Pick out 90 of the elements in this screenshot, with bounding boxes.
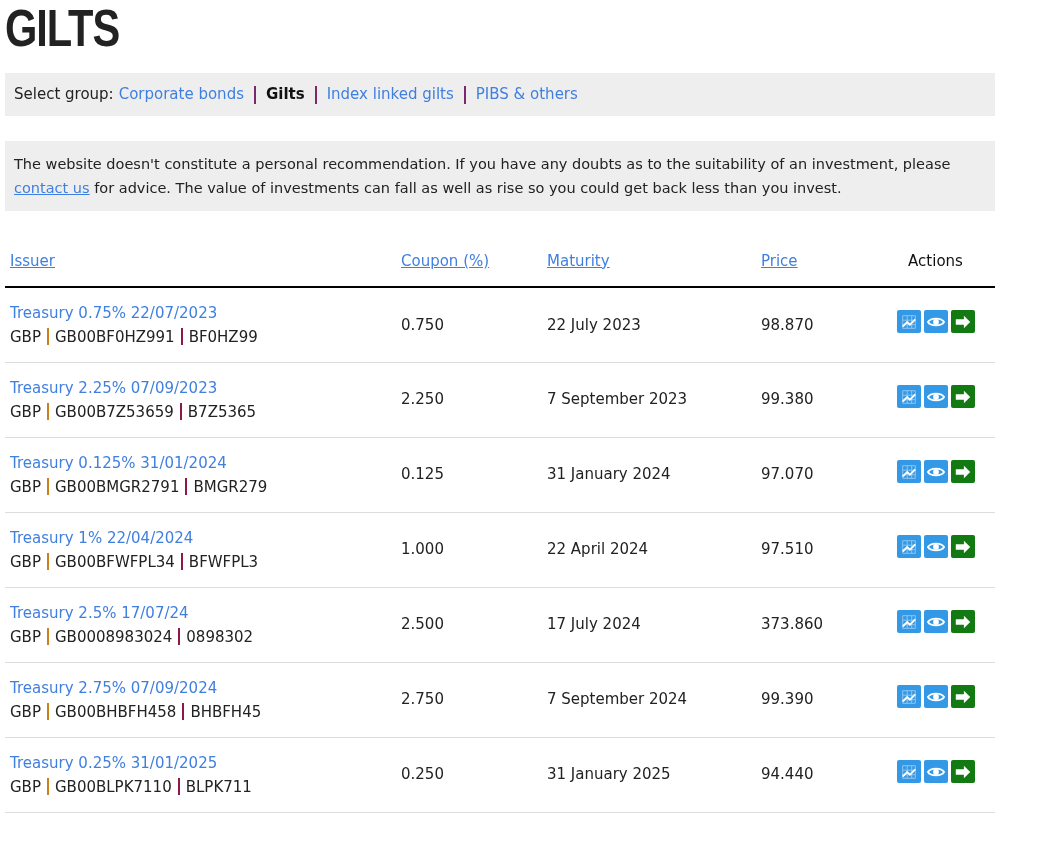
go-button[interactable] xyxy=(950,535,975,558)
sort-link[interactable]: Coupon (%) xyxy=(401,251,490,270)
sort-link[interactable]: Issuer xyxy=(10,251,55,270)
price-value: 97.510 xyxy=(761,540,814,559)
sedol-code: B7Z5365 xyxy=(187,401,257,423)
chart-icon xyxy=(899,762,918,781)
maturity-date: 17 July 2024 xyxy=(547,615,641,634)
go-button[interactable] xyxy=(950,610,975,633)
coupon-value: 0.125 xyxy=(401,465,444,484)
coupon-value: 2.500 xyxy=(401,615,444,634)
chart-button[interactable] xyxy=(896,460,921,483)
currency-code: GBP xyxy=(10,401,41,423)
bond-link[interactable]: Treasury 2.75% 07/09/2024 xyxy=(10,675,218,700)
currency-code: GBP xyxy=(10,476,41,498)
group-link[interactable]: Gilts xyxy=(265,83,305,106)
page-title: GILTS xyxy=(5,0,121,54)
column-header: Actions xyxy=(908,251,963,270)
price-value: 99.390 xyxy=(761,690,814,709)
sedol-code: BMGR279 xyxy=(193,476,268,498)
price-value: 97.070 xyxy=(761,465,814,484)
bond-link[interactable]: Treasury 0.25% 31/01/2025 xyxy=(10,750,218,775)
view-button[interactable] xyxy=(923,460,948,483)
coupon-value: 2.750 xyxy=(401,690,444,709)
view-button[interactable] xyxy=(923,385,948,408)
sort-link[interactable]: Maturity xyxy=(547,251,610,270)
maturity-date: 31 January 2024 xyxy=(547,465,671,484)
sort-link[interactable]: Price xyxy=(761,251,798,270)
bond-link[interactable]: Treasury 1% 22/04/2024 xyxy=(10,525,194,550)
currency-code: GBP xyxy=(10,701,41,723)
group-link[interactable]: PIBS & others xyxy=(475,83,578,106)
chart-icon xyxy=(899,537,918,556)
coupon-value: 2.250 xyxy=(401,390,444,409)
chart-icon xyxy=(899,462,918,481)
sedol-code: BHBFH45 xyxy=(190,701,262,723)
currency-code: GBP xyxy=(10,626,41,648)
disclaimer-text: The website doesn't constitute a personal recommendation. If you have any doubts as to the suitability of an investment, please contact us for advice. The value of investments can fall as well as rise so you could get back less than you invest. xyxy=(14,155,952,198)
go-button[interactable] xyxy=(950,385,975,408)
bond-link[interactable]: Treasury 0.75% 22/07/2023 xyxy=(10,300,218,325)
group-label: Select group: xyxy=(14,84,114,106)
currency-code: GBP xyxy=(10,326,41,348)
bond-link[interactable]: Treasury 2.5% 17/07/24 xyxy=(10,600,189,625)
view-button[interactable] xyxy=(923,610,948,633)
maturity-date: 22 April 2024 xyxy=(547,540,649,559)
isin-code: GB00BMGR2791 xyxy=(54,476,180,498)
price-value: 98.870 xyxy=(761,315,814,334)
chart-icon xyxy=(899,612,918,631)
maturity-date: 7 September 2023 xyxy=(547,390,688,409)
group-link[interactable]: Index linked gilts xyxy=(326,83,454,106)
chart-button[interactable] xyxy=(896,760,921,783)
chart-icon xyxy=(899,687,918,706)
price-value: 94.440 xyxy=(761,765,814,784)
coupon-value: 0.250 xyxy=(401,765,444,784)
chart-icon xyxy=(899,312,918,331)
sedol-code: BF0HZ99 xyxy=(188,326,258,348)
isin-code: GB00BFWFPL34 xyxy=(54,551,175,573)
sedol-code: BFWFPL3 xyxy=(188,551,259,573)
go-button[interactable] xyxy=(950,460,975,483)
chart-button[interactable] xyxy=(896,310,921,334)
maturity-date: 31 January 2025 xyxy=(547,765,671,784)
isin-code: GB00BF0HZ991 xyxy=(54,326,175,348)
coupon-value: 1.000 xyxy=(401,540,444,559)
sedol-code: BLPK711 xyxy=(185,776,252,798)
chart-button[interactable] xyxy=(896,535,921,558)
view-button[interactable] xyxy=(923,760,948,783)
go-button[interactable] xyxy=(950,685,975,708)
group-link[interactable]: Corporate bonds xyxy=(118,83,244,106)
price-value: 373.860 xyxy=(761,615,824,634)
bond-link[interactable]: Treasury 0.125% 31/01/2024 xyxy=(10,450,227,475)
go-button[interactable] xyxy=(950,760,975,783)
maturity-date: 22 July 2023 xyxy=(547,315,641,334)
currency-code: GBP xyxy=(10,776,41,798)
chart-button[interactable] xyxy=(896,685,921,708)
chart-icon xyxy=(899,387,918,406)
bond-link[interactable]: Treasury 2.25% 07/09/2023 xyxy=(10,375,218,400)
view-button[interactable] xyxy=(923,310,948,334)
maturity-date: 7 September 2024 xyxy=(547,690,688,709)
view-button[interactable] xyxy=(923,535,948,558)
go-button[interactable] xyxy=(950,310,975,334)
isin-code: GB00BHBFH458 xyxy=(54,701,177,723)
contact-link[interactable]: contact us xyxy=(14,180,90,196)
isin-code: GB0008983024 xyxy=(54,626,173,648)
currency-code: GBP xyxy=(10,551,41,573)
price-value: 99.380 xyxy=(761,390,814,409)
isin-code: GB00B7Z53659 xyxy=(54,401,174,423)
coupon-value: 0.750 xyxy=(401,315,444,334)
view-button[interactable] xyxy=(923,685,948,708)
chart-button[interactable] xyxy=(896,385,921,408)
isin-code: GB00BLPK7110 xyxy=(54,776,172,798)
chart-button[interactable] xyxy=(896,610,921,633)
sedol-code: 0898302 xyxy=(186,626,254,648)
